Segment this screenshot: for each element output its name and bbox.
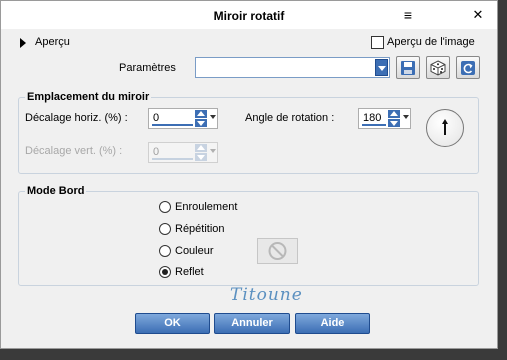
h-offset-value[interactable]: 0 [153,112,159,124]
radio-label-enroulement[interactable]: Enroulement [175,201,237,213]
radio-enroulement[interactable] [159,201,171,213]
v-offset-value: 0 [153,146,160,158]
rotation-label: Angle de rotation : [245,112,335,124]
title-bar[interactable]: Miroir rotatif ≡ ✕ [1,1,497,29]
reset-button[interactable] [456,56,480,79]
h-offset-spinner[interactable]: 0 [148,108,218,129]
dropdown-arrow-icon [210,149,216,153]
rotation-spinner[interactable]: 180 [358,108,411,129]
spin-arrows-icon[interactable] [388,110,400,127]
radio-couleur[interactable] [159,245,171,257]
randomize-button[interactable] [426,56,450,79]
color-swatch [257,238,298,264]
radio-label-couleur[interactable]: Couleur [175,245,214,257]
cancel-button[interactable]: Annuler [214,313,290,334]
ok-button[interactable]: OK [135,313,210,334]
image-preview-checkbox[interactable] [371,36,384,49]
edge-mode-legend: Mode Bord [25,185,87,197]
v-offset-spinner: 0 [148,142,218,163]
radio-label-repetition[interactable]: Répétition [175,223,225,235]
spin-arrows-icon [195,144,207,161]
menu-icon[interactable]: ≡ [397,5,419,25]
radio-label-reflet[interactable]: Reflet [175,266,204,278]
dice-icon [430,60,446,76]
h-offset-label: Décalage horiz. (%) : [25,112,128,124]
floppy-disk-icon [401,61,415,75]
radio-reflet[interactable] [159,266,171,278]
dial-needle-icon [442,119,448,135]
presets-label: Paramètres [119,62,176,74]
save-preset-button[interactable] [396,56,420,79]
help-button[interactable]: Aide [295,313,370,334]
preview-toggle-label[interactable]: Aperçu [35,36,70,48]
image-preview-label[interactable]: Aperçu de l'image [387,36,475,48]
no-color-icon [268,242,287,260]
chevron-down-icon[interactable] [375,59,388,76]
rotation-value[interactable]: 180 [363,112,381,124]
mirror-placement-legend: Emplacement du miroir [25,91,152,103]
expand-triangle-icon[interactable] [20,38,26,48]
dropdown-arrow-icon[interactable] [403,115,409,119]
watermark-signature: Titoune [230,285,303,305]
rotation-dial[interactable] [426,109,464,147]
spin-arrows-icon[interactable] [195,110,207,127]
dropdown-arrow-icon[interactable] [210,115,216,119]
presets-dropdown[interactable] [195,57,390,78]
dialog-window: Miroir rotatif ≡ ✕ Aperçu Aperçu de l'im… [0,0,498,349]
reset-arrow-icon [461,61,475,75]
preview-row: Aperçu Aperçu de l'image [1,31,497,53]
close-icon[interactable]: ✕ [467,5,489,25]
edge-mode-group [18,191,479,286]
v-offset-label: Décalage vert. (%) : [25,145,123,157]
window-title: Miroir rotatif [213,9,285,23]
radio-repetition[interactable] [159,223,171,235]
